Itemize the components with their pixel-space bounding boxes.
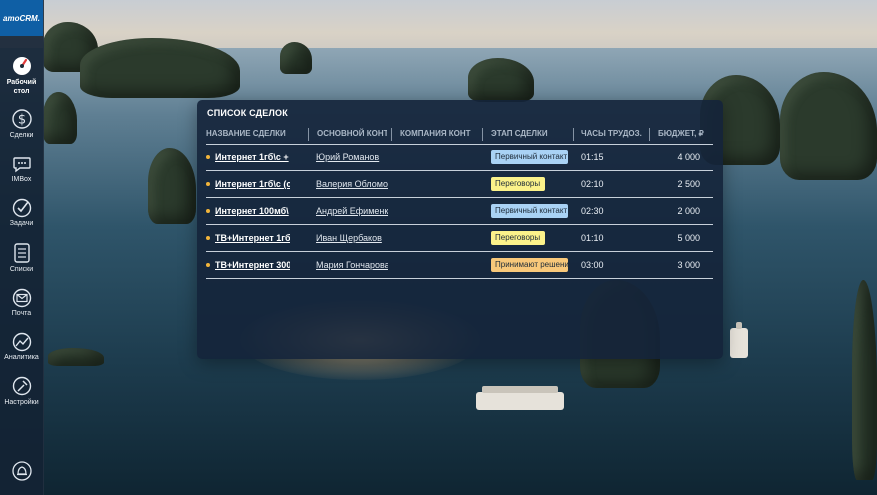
budget-cell: 5 000 [677, 233, 700, 243]
island [468, 58, 534, 102]
table-header: НАЗВАНИЕ СДЕЛКИ ОСНОВНОЙ КОНТ КОМПАНИЯ К… [197, 124, 723, 144]
stage-badge[interactable]: Переговоры [491, 177, 545, 191]
sidebar-item-imbox[interactable]: IMBox [0, 154, 43, 183]
hours-cell: 03:00 [581, 260, 604, 270]
sidebar-item-label: Почта [11, 310, 32, 317]
stage-badge[interactable]: Первичный контакт [491, 204, 568, 218]
widget-title: СПИСОК СДЕЛОК [207, 108, 288, 118]
sidebar-item-label: Списки [9, 266, 34, 273]
app-logo[interactable]: amoCRM. [0, 0, 43, 36]
budget-cell: 2 000 [677, 206, 700, 216]
company-cell [400, 198, 478, 224]
chat-icon [12, 157, 31, 173]
column-divider[interactable] [482, 128, 483, 141]
sidebar-item-label: Задачи [9, 220, 34, 227]
row-divider [206, 278, 713, 279]
deal-name-link[interactable]: ТВ+Интернет 300 [215, 252, 290, 278]
stage-badge[interactable]: Первичный контакт [491, 150, 568, 164]
table-row[interactable]: Интернет 1гб\с (с Валерия Обломова Перег… [197, 171, 723, 197]
deal-name-link[interactable]: Интернет 100мб\ [215, 198, 290, 224]
row-marker [206, 209, 210, 213]
chart-icon [12, 332, 31, 352]
column-divider[interactable] [573, 128, 574, 141]
row-marker [206, 236, 210, 240]
table-row[interactable]: ТВ+Интернет 300 Мария Гончарова Принимаю… [197, 252, 723, 278]
column-header-deal-name[interactable]: НАЗВАНИЕ СДЕЛКИ [206, 124, 292, 144]
sidebar-item-tasks[interactable]: Задачи [0, 198, 43, 227]
column-divider[interactable] [308, 128, 309, 141]
sidebar-item-mail[interactable]: Почта [0, 288, 43, 317]
sidebar-item-lists[interactable]: Списки [0, 242, 43, 273]
table-row[interactable]: Интернет 1гб\с + Юрий Романов Первичный … [197, 144, 723, 170]
contact-link[interactable]: Валерия Обломова [316, 171, 388, 197]
bell-icon [11, 461, 32, 481]
check-icon [12, 198, 31, 218]
company-cell [400, 252, 478, 278]
hours-cell: 01:10 [581, 233, 604, 243]
list-icon [13, 243, 30, 263]
table-row[interactable]: Интернет 100мб\ Андрей Ефименко Первичны… [197, 198, 723, 224]
stage-badge[interactable]: Переговоры [491, 231, 545, 245]
column-header-company[interactable]: КОМПАНИЯ КОНТ [400, 124, 478, 144]
dollar-icon: $ [11, 109, 32, 129]
contact-link[interactable]: Иван Щербаков [316, 225, 388, 251]
row-marker [206, 155, 210, 159]
boat [730, 322, 748, 358]
settings-icon [12, 376, 31, 396]
hours-cell: 01:15 [581, 152, 604, 162]
sidebar-item-label: Сделки [9, 132, 34, 139]
company-cell [400, 144, 478, 170]
sidebar-item-label: Настройки [4, 399, 39, 406]
deals-list-widget: СПИСОК СДЕЛОК НАЗВАНИЕ СДЕЛКИ ОСНОВНОЙ К… [197, 100, 723, 359]
sidebar-item-deals[interactable]: $ Сделки [0, 108, 43, 139]
contact-link[interactable]: Андрей Ефименко [316, 198, 388, 224]
contact-link[interactable]: Юрий Романов [316, 144, 388, 170]
sidebar-item-dashboard[interactable]: Рабочий стол [0, 56, 43, 96]
table-row[interactable]: ТВ+Интернет 1гб Иван Щербаков Переговоры… [197, 225, 723, 251]
column-header-contact[interactable]: ОСНОВНОЙ КОНТ [317, 124, 387, 144]
contact-link[interactable]: Мария Гончарова [316, 252, 388, 278]
sidebar: amoCRM. Рабочий стол $ Сделки IMBox Зада… [0, 0, 44, 495]
company-cell [400, 225, 478, 251]
budget-cell: 4 000 [677, 152, 700, 162]
sidebar-item-label: IMBox [11, 176, 32, 183]
notifications-button[interactable] [0, 460, 43, 484]
island [48, 348, 104, 366]
dashboard-icon [12, 57, 31, 75]
column-header-hours[interactable]: ЧАСЫ ТРУДОЗ. [581, 124, 645, 144]
row-marker [206, 263, 210, 267]
hours-cell: 02:10 [581, 179, 604, 189]
island [280, 42, 312, 74]
sidebar-item-settings[interactable]: Настройки [0, 375, 43, 406]
sidebar-item-label: Аналитика [4, 354, 39, 361]
column-divider[interactable] [649, 128, 650, 141]
hours-cell: 02:30 [581, 206, 604, 216]
deal-name-link[interactable]: Интернет 1гб\с (с [215, 171, 290, 197]
column-divider[interactable] [391, 128, 392, 141]
mail-icon [12, 288, 31, 308]
deal-name-link[interactable]: ТВ+Интернет 1гб [215, 225, 290, 251]
budget-cell: 2 500 [677, 179, 700, 189]
sidebar-item-label: Рабочий стол [6, 79, 37, 95]
company-cell [400, 171, 478, 197]
stage-badge[interactable]: Принимают решение [491, 258, 568, 272]
sidebar-item-analytics[interactable]: Аналитика [0, 332, 43, 361]
row-marker [206, 182, 210, 186]
column-header-stage[interactable]: ЭТАП СДЕЛКИ [491, 124, 569, 144]
svg-text:$: $ [17, 113, 25, 128]
deal-name-link[interactable]: Интернет 1гб\с + [215, 144, 290, 170]
budget-cell: 3 000 [677, 260, 700, 270]
column-header-budget[interactable]: БЮДЖЕТ, ₽ [658, 124, 710, 144]
boat [476, 386, 564, 410]
